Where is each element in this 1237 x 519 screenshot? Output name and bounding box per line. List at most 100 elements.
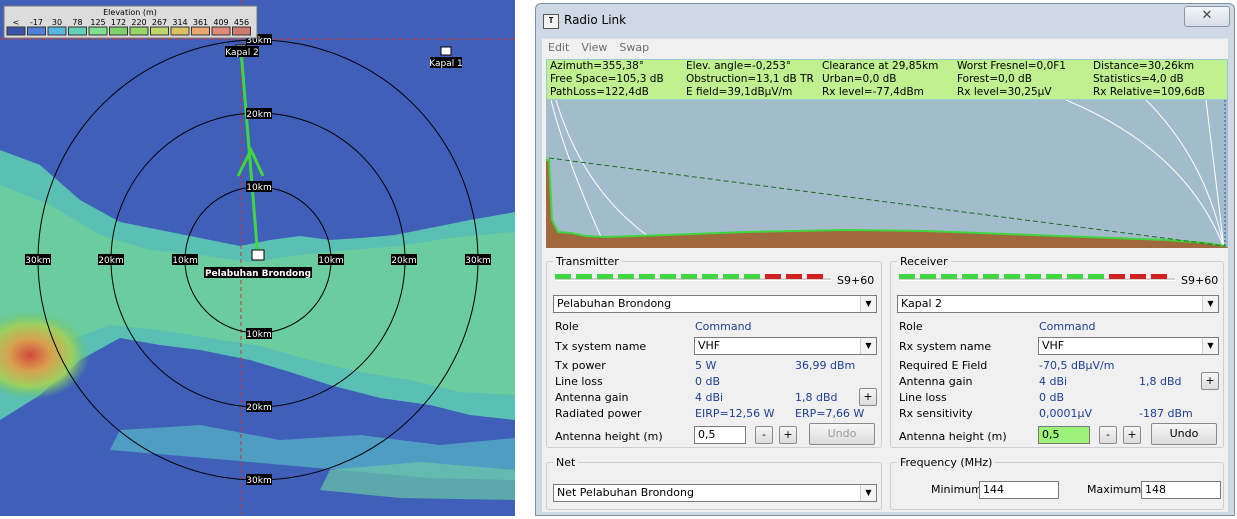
frequency-group: Frequency (MHz) Minimum 144 Maximum 148 [890,456,1224,510]
tx-power-watts[interactable]: 5 W [695,359,716,372]
legend-value: 409 [213,18,228,27]
tx-antenna-height-label: Antenna height (m) [555,430,663,443]
chevron-down-icon[interactable]: ▼ [860,296,876,312]
meter-segment [618,274,634,279]
menu-bar: Edit View Swap [542,38,1228,57]
tx-power-label: Tx power [555,359,606,372]
legend-value: < [13,18,20,27]
net-select[interactable]: Net Pelabuhan Brondong ▼ [553,484,877,502]
legend-swatch [27,26,46,36]
meter-segment [1130,274,1146,279]
title-bar[interactable]: T Radio Link ✕ [536,4,1234,36]
tx-system-select[interactable]: VHF ▼ [694,337,877,355]
menu-edit[interactable]: Edit [542,39,575,56]
status-rx-relative: Rx Relative=109,6dB [1093,86,1205,98]
tx-role-value: Command [695,320,752,333]
legend-swatch [6,26,26,36]
tx-antenna-gain-label: Antenna gain [555,391,629,404]
tx-role-label: Role [555,320,579,333]
ring-label: 20km [246,403,271,413]
rx-system-value: VHF [1042,339,1065,352]
meter-segment [639,274,655,279]
net-group-title: Net [553,456,579,469]
ring-label: 30km [246,476,271,486]
status-azimuth: Azimuth=355,38° [550,60,645,72]
rx-antenna-height-label: Antenna height (m) [899,430,1007,443]
tx-station-value: Pelabuhan Brondong [557,297,672,310]
rx-sensitivity-dbm[interactable]: -187 dBm [1139,407,1193,420]
status-rx-level-dbm: Rx level=-77,4dBm [822,86,924,98]
rx-sensitivity-uv[interactable]: 0,0001µV [1039,407,1092,420]
menu-view[interactable]: View [575,39,613,56]
meter-segment [1046,274,1062,279]
menu-swap[interactable]: Swap [613,39,655,56]
tx-system-value: VHF [698,339,721,352]
tx-antenna-height-input[interactable]: 0,5 [694,426,746,444]
ring-label: 10km [318,256,343,266]
rx-system-label: Rx system name [899,340,992,353]
legend-value: -17 [30,18,43,27]
station-label-tx: Pelabuhan Brondong [205,269,311,279]
legend-swatch [150,26,169,36]
tx-line-loss-value[interactable]: 0 dB [695,375,720,388]
station-label-other: Kapal 1 [429,59,463,69]
chevron-down-icon[interactable]: ▼ [1202,296,1218,312]
rx-required-field-value[interactable]: -70,5 dBµV/m [1039,359,1114,372]
frequency-min-input[interactable]: 144 [979,481,1059,499]
legend-value: 267 [152,18,167,27]
meter-segment [555,274,571,279]
rx-required-field-label: Required E Field [899,359,988,372]
window-title: Radio Link [564,13,627,27]
rx-line-loss-value[interactable]: 0 dB [1039,391,1064,404]
rx-undo-button[interactable]: Undo [1151,423,1217,445]
rx-antenna-gain-dbi[interactable]: 4 dBi [1039,375,1067,388]
frequency-max-label: Maximum [1087,483,1142,496]
chevron-down-icon[interactable]: ▼ [860,338,876,354]
rx-meter-label: S9+60 [1181,274,1219,287]
meter-segment [702,274,718,279]
station-label-rx: Kapal 2 [225,48,259,58]
meter-segment [899,274,915,279]
rx-antenna-height-input[interactable]: 0,5 [1038,426,1090,444]
tx-power-dbm[interactable]: 36,99 dBm [795,359,855,372]
rx-height-plus-button[interactable]: + [1123,426,1141,444]
terrain-profile[interactable] [546,99,1228,249]
receiver-group-title: Receiver [897,255,951,268]
meter-segment [941,274,957,279]
ring-label: 20km [391,256,416,266]
legend-value: 314 [172,18,187,27]
rx-height-minus-button[interactable]: - [1099,426,1117,444]
close-button[interactable]: ✕ [1184,6,1230,27]
tx-antenna-gain-dbd[interactable]: 1,8 dBd [795,391,838,404]
tx-antenna-gain-plus-button[interactable]: + [859,388,877,406]
map-view[interactable]: 30km 20km 10km 10km 20km 30km 30km 20km … [0,0,515,516]
tx-erp-value: ERP=7,66 W [795,407,865,420]
rx-line-loss-label: Line loss [899,391,947,404]
rx-antenna-gain-dbd[interactable]: 1,8 dBd [1139,375,1182,388]
meter-segment [597,274,613,279]
rx-system-select[interactable]: VHF ▼ [1038,337,1219,355]
ring-label: 30km [465,256,490,266]
rx-station-select[interactable]: Kapal 2 ▼ [897,295,1219,313]
rx-signal-meter [899,272,1175,286]
tx-undo-button[interactable]: Undo [809,423,875,445]
tx-height-plus-button[interactable]: + [779,426,797,444]
tx-height-minus-button[interactable]: - [755,426,773,444]
legend-value: 30 [52,18,62,27]
chevron-down-icon[interactable]: ▼ [1202,338,1218,354]
station-marker-rx[interactable]: Kapal 2 [225,44,259,58]
meter-segment [1109,274,1125,279]
tx-station-select[interactable]: Pelabuhan Brondong ▼ [553,295,877,313]
rx-antenna-gain-plus-button[interactable]: + [1201,372,1219,390]
legend-swatch [68,26,87,36]
legend-value: 172 [111,18,126,27]
tx-antenna-gain-dbi[interactable]: 4 dBi [695,391,723,404]
tx-eirp-value: EIRP=12,56 W [695,407,775,420]
meter-segment [1004,274,1020,279]
chevron-down-icon[interactable]: ▼ [860,485,876,501]
status-e-field: E field=39,1dBµV/m [686,86,793,98]
legend-value: 78 [72,18,82,27]
meter-segment [1151,274,1167,279]
status-pathloss: PathLoss=122,4dB [550,86,649,98]
frequency-max-input[interactable]: 148 [1141,481,1221,499]
